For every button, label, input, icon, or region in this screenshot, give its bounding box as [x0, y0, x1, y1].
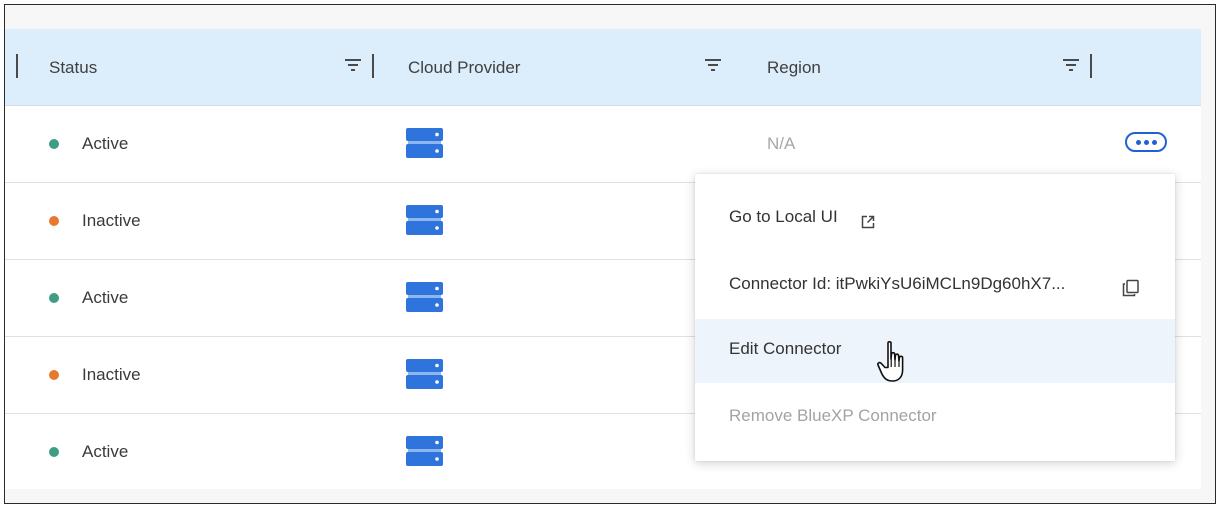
server-icon [406, 128, 443, 158]
menu-item-label: Remove BlueXP Connector [729, 406, 937, 425]
more-options-icon [1135, 139, 1141, 145]
more-options-button[interactable] [1125, 132, 1167, 152]
menu-item-remove-connector: Remove BlueXP Connector [695, 386, 1175, 450]
hand-pointer-cursor-icon [877, 341, 904, 382]
server-icon [406, 282, 443, 312]
copy-icon[interactable] [1122, 279, 1140, 297]
menu-item-label: Go to Local UI [729, 207, 838, 226]
status-text: Active [82, 288, 129, 307]
status-text: Active [82, 442, 129, 461]
status-dot [49, 447, 59, 457]
table-header: Status Cloud Provider Region [5, 29, 1201, 106]
column-header-region[interactable]: Region [767, 58, 821, 78]
connector-id-text: Connector Id: itPwkiYsU6iMCLn9Dg60hX7... [729, 274, 1066, 293]
filter-icon[interactable] [345, 58, 361, 72]
column-header-status[interactable]: Status [49, 58, 97, 78]
status-dot [49, 370, 59, 380]
status-text: Active [82, 134, 129, 153]
more-options-icon-dot [1143, 139, 1149, 145]
menu-item-label: Edit Connector [729, 339, 842, 358]
server-icon [406, 436, 443, 466]
status-dot [49, 139, 59, 149]
filter-icon[interactable] [1063, 58, 1079, 72]
menu-item-edit-connector[interactable]: Edit Connector [695, 319, 1175, 383]
region-text: N/A [767, 134, 796, 153]
filter-icon[interactable] [705, 58, 721, 72]
column-resize-handle[interactable] [16, 54, 18, 78]
menu-item-go-to-local-ui[interactable]: Go to Local UI [695, 187, 1175, 251]
row-actions-menu: Go to Local UI Connector Id: itPwkiYsU6i… [695, 174, 1175, 461]
status-dot [49, 216, 59, 226]
status-dot [49, 293, 59, 303]
status-text: Inactive [82, 365, 141, 384]
column-header-cloud-provider[interactable]: Cloud Provider [408, 58, 520, 78]
column-resize-handle[interactable] [1090, 54, 1092, 78]
status-text: Inactive [82, 211, 141, 230]
menu-item-connector-id[interactable]: Connector Id: itPwkiYsU6iMCLn9Dg60hX7... [695, 254, 1175, 318]
external-link-icon [861, 215, 875, 229]
more-options-icon-dot [1151, 139, 1157, 145]
server-icon [406, 359, 443, 389]
column-resize-handle[interactable] [372, 54, 374, 78]
server-icon [406, 205, 443, 235]
table-row[interactable]: Active N/A [5, 106, 1201, 183]
